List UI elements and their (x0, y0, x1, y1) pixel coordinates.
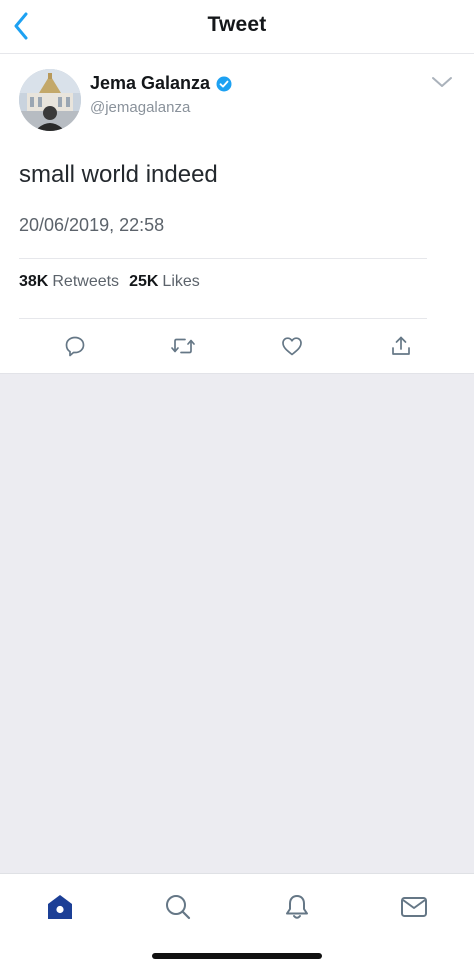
tweet-text: small world indeed (19, 161, 218, 188)
likes-count: 25K (129, 273, 159, 290)
notifications-icon (286, 895, 308, 919)
avatar-image (19, 69, 81, 131)
share-button[interactable] (386, 331, 416, 361)
nav-bar: Tweet (0, 0, 474, 54)
home-icon (48, 895, 72, 919)
author-name[interactable]: Jema Galanza (90, 73, 232, 94)
chevron-down-icon (432, 77, 452, 87)
search-icon (166, 895, 191, 920)
divider (19, 258, 427, 259)
verified-badge-icon (216, 76, 232, 92)
replies-area (0, 373, 474, 873)
tab-search[interactable] (161, 890, 195, 924)
retweets-stat[interactable]: 38K Retweets (19, 273, 119, 291)
retweet-icon (171, 338, 195, 354)
tab-bar (0, 873, 474, 968)
reply-button[interactable] (60, 331, 90, 361)
avatar[interactable] (19, 69, 81, 131)
tab-messages[interactable] (397, 890, 431, 924)
tweet-detail: Jema Galanza @jemagalanza small world in… (0, 55, 474, 373)
like-button[interactable] (277, 331, 307, 361)
like-icon (282, 337, 302, 356)
author-name-text: Jema Galanza (90, 73, 211, 93)
retweet-button[interactable] (168, 331, 198, 361)
share-icon (392, 336, 410, 355)
reply-icon (65, 336, 85, 357)
tweet-stats: 38K Retweets 25K Likes (19, 273, 200, 291)
tab-home[interactable] (43, 890, 77, 924)
likes-stat[interactable]: 25K Likes (129, 273, 200, 291)
home-indicator[interactable] (152, 953, 322, 959)
likes-label: Likes (162, 273, 200, 290)
author-handle[interactable]: @jemagalanza (90, 99, 190, 116)
retweets-label: Retweets (52, 273, 120, 290)
tab-notifications[interactable] (280, 890, 314, 924)
messages-icon (401, 897, 427, 917)
tweet-timestamp: 20/06/2019, 22:58 (19, 215, 165, 235)
tweet-actions (0, 317, 474, 373)
page-title: Tweet (207, 13, 267, 36)
retweets-count: 38K (19, 273, 49, 290)
more-options-button[interactable] (430, 73, 454, 91)
